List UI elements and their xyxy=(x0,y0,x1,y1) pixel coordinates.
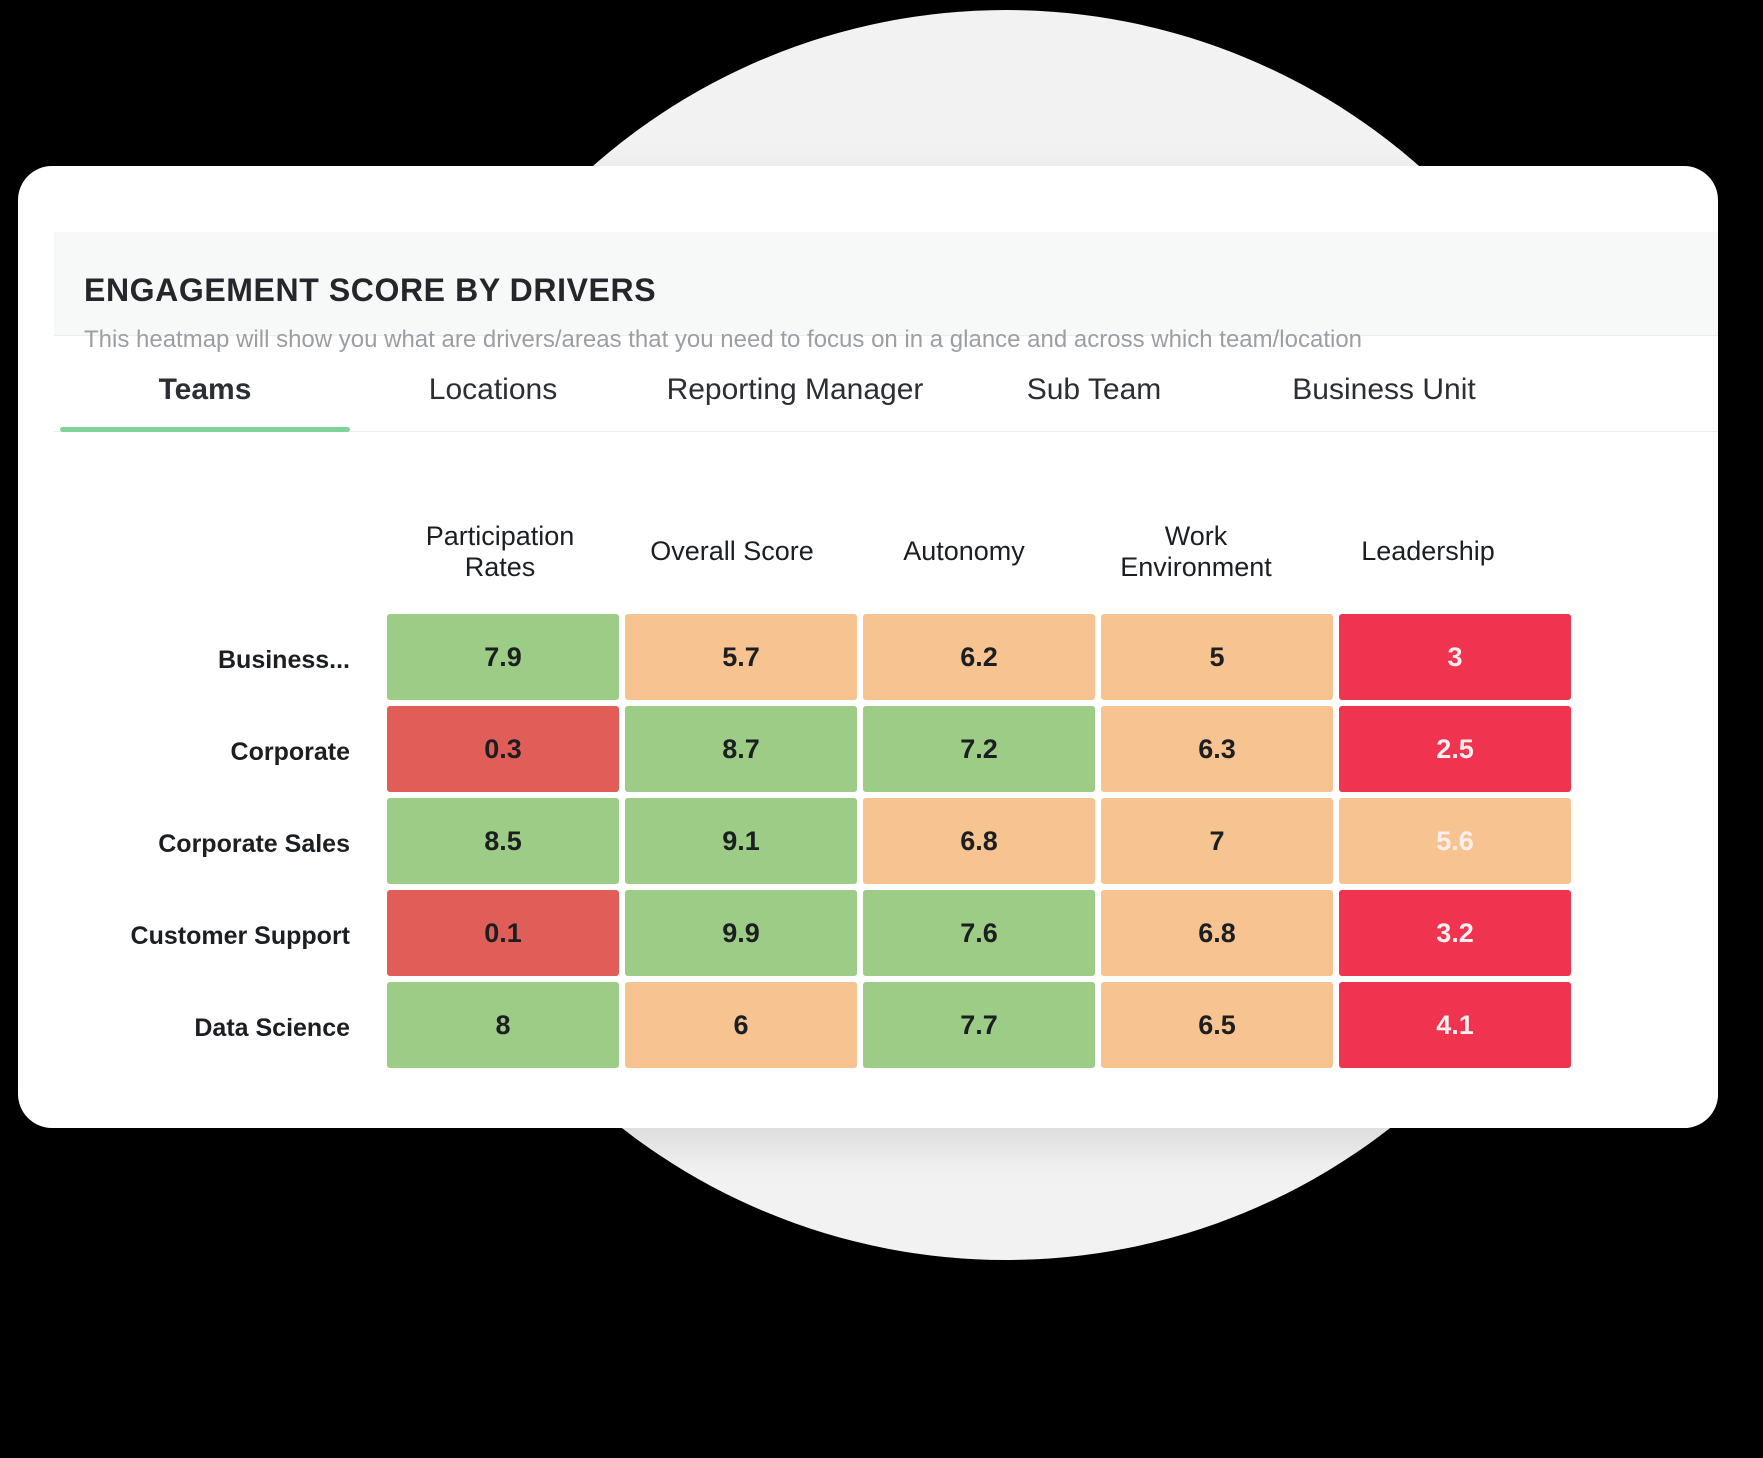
column-header: Autonomy xyxy=(903,536,1025,567)
table-row: Customer Support 0.1 9.9 7.6 6.8 3.2 xyxy=(54,890,1718,982)
heatmap-cell[interactable]: 7.7 xyxy=(863,982,1095,1068)
heatmap-cell[interactable]: 8.5 xyxy=(387,798,619,884)
heatmap-cell[interactable]: 9.1 xyxy=(625,798,857,884)
column-header: Participation Rates xyxy=(425,520,575,582)
heatmap-corner-cell xyxy=(54,492,384,612)
tab-sub-team[interactable]: Sub Team xyxy=(954,373,1234,431)
tab-reporting-manager[interactable]: Reporting Manager xyxy=(636,373,954,431)
heatmap-cell[interactable]: 7.9 xyxy=(387,614,619,700)
heatmap-cell[interactable]: 9.9 xyxy=(625,890,857,976)
heatmap-cell[interactable]: 0.3 xyxy=(387,706,619,792)
heatmap-cell[interactable]: 6.8 xyxy=(1101,890,1333,976)
row-label: Business... xyxy=(218,645,350,674)
tab-locations[interactable]: Locations xyxy=(350,373,636,431)
dashboard-card: ENGAGEMENT SCORE BY DRIVERS This heatmap… xyxy=(18,166,1718,1128)
heatmap-cell[interactable]: 6.8 xyxy=(863,798,1095,884)
card-header: ENGAGEMENT SCORE BY DRIVERS This heatmap… xyxy=(54,232,1718,352)
heatmap-body: Business... 7.9 5.7 6.2 5 3 Corporate 0.3 8.7 7.2… xyxy=(54,614,1718,1074)
row-label: Data Science xyxy=(194,1013,350,1042)
heatmap-cell[interactable]: 2.5 xyxy=(1339,706,1571,792)
heatmap-header-row: Participation Rates Overall Score Autonomy… xyxy=(54,492,1718,612)
heatmap-cell[interactable]: 4.1 xyxy=(1339,982,1571,1068)
heatmap-cell[interactable]: 6.3 xyxy=(1101,706,1333,792)
card-inner: ENGAGEMENT SCORE BY DRIVERS This heatmap… xyxy=(54,232,1718,1128)
heatmap-cell[interactable]: 5.7 xyxy=(625,614,857,700)
engagement-heatmap: Participation Rates Overall Score Autonomy… xyxy=(54,432,1718,1074)
heatmap-cell[interactable]: 3.2 xyxy=(1339,890,1571,976)
table-row: Business... 7.9 5.7 6.2 5 3 xyxy=(54,614,1718,706)
heatmap-cell[interactable]: 8 xyxy=(387,982,619,1068)
heatmap-cell[interactable]: 6 xyxy=(625,982,857,1068)
tab-business-unit[interactable]: Business Unit xyxy=(1234,373,1534,431)
table-row: Corporate Sales 8.5 9.1 6.8 7 5.6 xyxy=(54,798,1718,890)
heatmap-cell[interactable]: 5 xyxy=(1101,614,1333,700)
column-header: Work Environment xyxy=(1120,520,1272,582)
column-header: Overall Score xyxy=(650,536,814,567)
heatmap-cell[interactable]: 7.6 xyxy=(863,890,1095,976)
row-label: Corporate Sales xyxy=(158,829,350,858)
tab-label: Locations xyxy=(428,373,558,406)
tab-label: Sub Team xyxy=(1026,373,1162,406)
page-title: ENGAGEMENT SCORE BY DRIVERS xyxy=(84,272,657,308)
table-row: Corporate 0.3 8.7 7.2 6.3 2.5 xyxy=(54,706,1718,798)
heatmap-cell[interactable]: 0.1 xyxy=(387,890,619,976)
row-label: Customer Support xyxy=(130,921,350,950)
tab-label: Business Unit xyxy=(1292,373,1476,406)
row-label: Corporate xyxy=(230,737,350,766)
heatmap-cell[interactable]: 3 xyxy=(1339,614,1571,700)
page-subtitle: This heatmap will show you what are driv… xyxy=(84,328,1363,352)
heatmap-cell[interactable]: 7.2 xyxy=(863,706,1095,792)
heatmap-cell[interactable]: 6.2 xyxy=(863,614,1095,700)
tab-label: Reporting Manager xyxy=(666,373,924,406)
heatmap-cell[interactable]: 8.7 xyxy=(625,706,857,792)
tab-label: Teams xyxy=(158,373,252,406)
tab-teams[interactable]: Teams xyxy=(60,373,350,432)
table-row: Data Science 8 6 7.7 6.5 4.1 xyxy=(54,982,1718,1074)
column-header: Leadership xyxy=(1361,536,1495,567)
heatmap-cell[interactable]: 5.6 xyxy=(1339,798,1571,884)
heatmap-cell[interactable]: 6.5 xyxy=(1101,982,1333,1068)
heatmap-cell[interactable]: 7 xyxy=(1101,798,1333,884)
